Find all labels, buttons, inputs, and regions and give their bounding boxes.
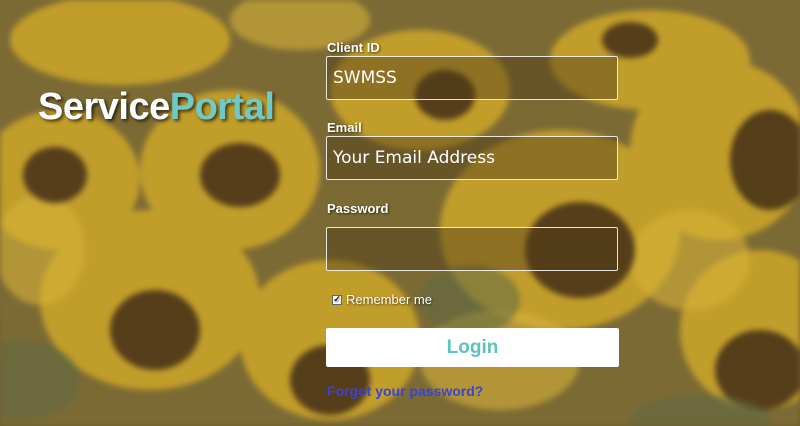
forgot-password-link[interactable]: Forgot your password? (327, 383, 483, 399)
client-id-input[interactable] (326, 56, 618, 100)
service-portal-logo: ServicePortal (38, 86, 275, 129)
email-label: Email (327, 120, 362, 135)
password-input[interactable] (326, 227, 618, 271)
login-button[interactable]: Login (326, 328, 619, 367)
password-label: Password (327, 201, 389, 216)
remember-me-checkbox[interactable]: ✓ (332, 294, 342, 305)
remember-me-label: Remember me (346, 292, 432, 307)
remember-me-control[interactable]: ✓ Remember me (332, 292, 432, 307)
client-id-label: Client ID (327, 40, 380, 55)
email-input[interactable] (326, 136, 618, 180)
logo-part-service: Service (38, 86, 170, 128)
logo-part-portal: Portal (169, 86, 275, 128)
